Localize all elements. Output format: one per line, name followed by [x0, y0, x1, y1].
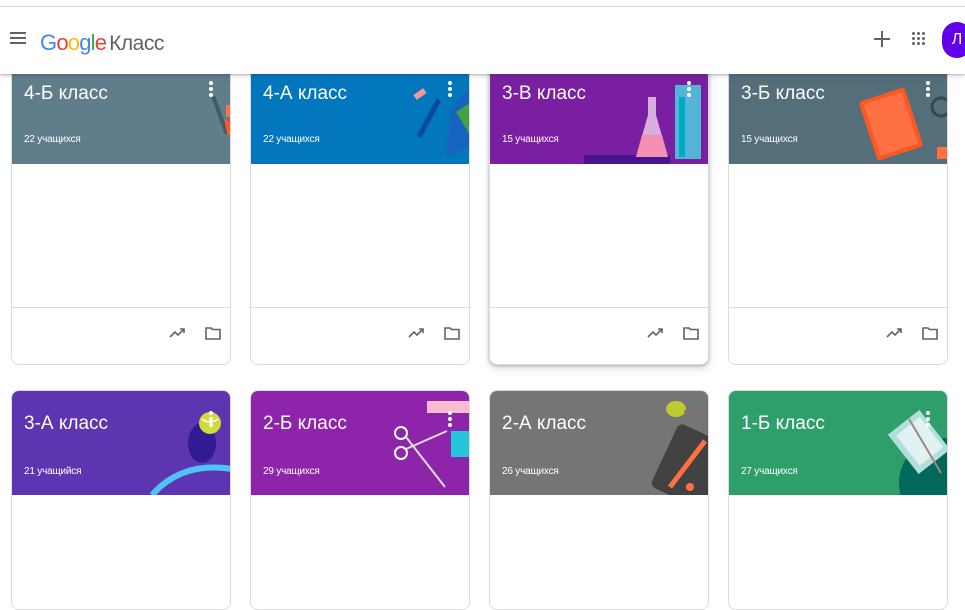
avatar[interactable]: Л	[942, 22, 965, 58]
banner-illustration	[211, 95, 230, 137]
student-count: 15 учащихся	[502, 134, 559, 145]
logo-letter: o	[56, 30, 68, 55]
class-card-4a[interactable]: 4-А класс 22 учащихся	[250, 66, 470, 365]
class-card-2b[interactable]: 2-Б класс 29 учащихся	[250, 390, 470, 610]
card-divider	[12, 307, 230, 308]
app-logo[interactable]: Google Класс	[40, 30, 164, 56]
trending-up-icon[interactable]	[646, 325, 664, 341]
folder-icon[interactable]	[204, 325, 222, 341]
class-card-4b[interactable]: 4-Б класс 22 учащихся	[11, 66, 231, 365]
card-divider	[490, 307, 708, 308]
student-count: 22 учащихся	[24, 134, 81, 145]
logo-product-name: Класс	[109, 32, 164, 55]
class-name[interactable]: 3-А класс	[24, 413, 108, 435]
class-name[interactable]: 3-Б класс	[741, 83, 825, 105]
class-card-3v[interactable]: 3-В класс 15 учащихся	[489, 66, 709, 365]
logo-letter: G	[40, 30, 57, 55]
logo-letter: g	[79, 30, 91, 55]
class-banner	[251, 391, 469, 495]
more-vert-icon[interactable]	[447, 411, 453, 429]
logo-letter: o	[67, 30, 80, 55]
more-vert-icon[interactable]	[686, 81, 692, 99]
class-banner	[729, 67, 947, 164]
trending-up-icon[interactable]	[407, 325, 425, 341]
student-count: 15 учащихся	[741, 134, 798, 145]
banner-illustration	[149, 412, 230, 495]
more-vert-icon[interactable]	[208, 81, 214, 99]
trending-up-icon[interactable]	[168, 325, 186, 341]
class-banner	[12, 391, 230, 495]
more-vert-icon[interactable]	[447, 81, 453, 99]
class-banner	[490, 67, 708, 164]
more-vert-icon[interactable]	[208, 411, 214, 429]
class-banner	[490, 391, 708, 495]
student-count: 27 учащихся	[741, 466, 798, 477]
class-banner	[251, 67, 469, 164]
trending-up-icon[interactable]	[885, 325, 903, 341]
folder-icon[interactable]	[921, 325, 939, 341]
banner-illustration	[394, 401, 469, 488]
banner-illustration	[413, 88, 469, 157]
apps-grid-icon[interactable]	[912, 32, 926, 46]
class-name[interactable]: 2-А класс	[502, 413, 586, 435]
class-card-3b[interactable]: 3-Б класс 15 учащихся	[728, 66, 948, 365]
hamburger-menu-icon[interactable]	[10, 32, 26, 48]
student-count: 26 учащихся	[502, 466, 559, 477]
class-card-2a[interactable]: 2-А класс 26 учащихся	[489, 390, 709, 610]
plus-icon[interactable]	[872, 29, 892, 49]
class-banner	[729, 391, 947, 495]
student-count: 21 учащийся	[24, 466, 82, 477]
class-card-3a[interactable]: 3-А класс 21 учащийся	[11, 390, 231, 610]
class-name[interactable]: 1-Б класс	[741, 413, 825, 435]
banner-illustration	[651, 401, 708, 495]
banner-illustration	[584, 85, 701, 164]
banner-illustration	[859, 87, 947, 161]
banner-illustration	[887, 409, 947, 495]
class-name[interactable]: 4-А класс	[263, 83, 347, 105]
more-vert-icon[interactable]	[925, 411, 931, 429]
class-name[interactable]: 3-В класс	[502, 83, 586, 105]
folder-icon[interactable]	[682, 325, 700, 341]
class-name[interactable]: 2-Б класс	[263, 413, 347, 435]
card-divider	[729, 307, 947, 308]
logo-letter: e	[94, 30, 107, 55]
student-count: 22 учащихся	[263, 134, 320, 145]
class-card-1b[interactable]: 1-Б класс 27 учащихся	[728, 390, 948, 610]
card-divider	[251, 307, 469, 308]
app-header: Google Класс Л	[0, 7, 965, 74]
folder-icon[interactable]	[443, 325, 461, 341]
class-banner	[12, 67, 230, 164]
class-name[interactable]: 4-Б класс	[24, 83, 108, 105]
more-vert-icon[interactable]	[925, 81, 931, 99]
student-count: 29 учащихся	[263, 466, 320, 477]
